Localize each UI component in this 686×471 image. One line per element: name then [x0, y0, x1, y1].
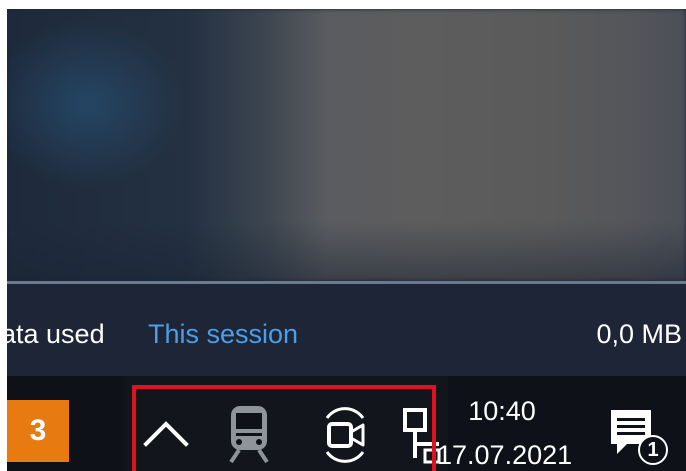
data-used-value: 0,0 MB	[596, 319, 682, 349]
taskbar-clock[interactable]: 10:40 17.07.2021	[437, 394, 573, 471]
blurred-app-preview	[7, 9, 686, 281]
clock-date: 17.07.2021	[437, 440, 573, 470]
notification-count-badge: 1	[638, 435, 668, 465]
data-usage-row: ata used This session 0,0 MB	[7, 284, 686, 376]
clock-time: 10:40	[468, 396, 536, 426]
data-used-label: ata used	[7, 319, 105, 349]
step-badge: 3	[7, 400, 69, 462]
this-session-link[interactable]: This session	[148, 319, 298, 350]
highlight-box	[132, 385, 436, 471]
screenshot-frame: ata used This session 0,0 MB 10:40 17.07…	[7, 9, 686, 471]
